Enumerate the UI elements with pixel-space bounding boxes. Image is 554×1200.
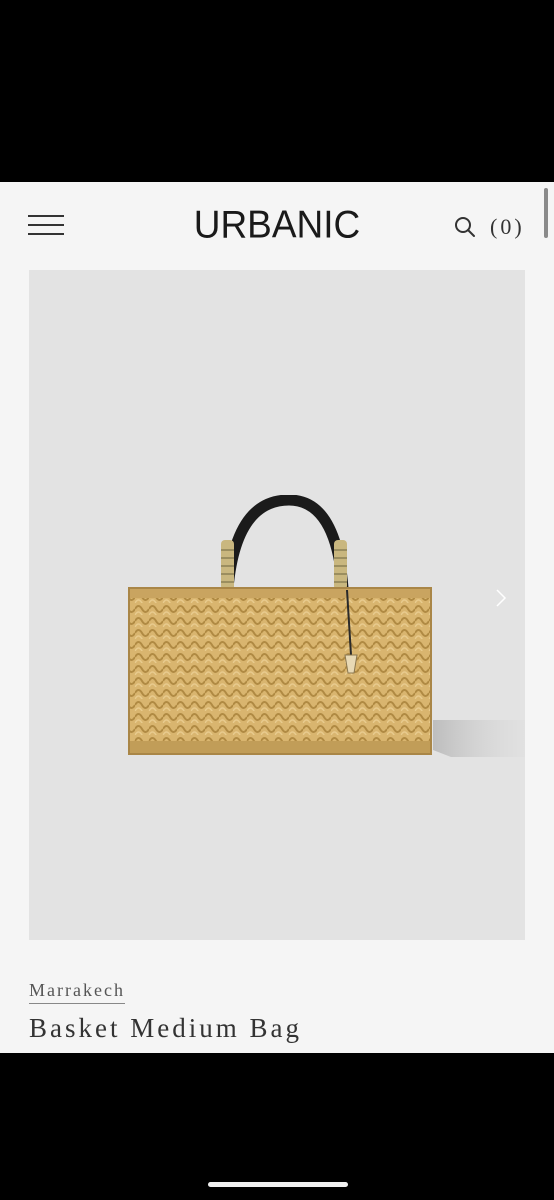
home-indicator[interactable] bbox=[208, 1182, 348, 1187]
cart-button[interactable]: (0) bbox=[490, 211, 525, 243]
product-title: Basket Medium Bag bbox=[29, 1013, 302, 1043]
status-bar-area bbox=[0, 0, 554, 182]
product-image-gallery[interactable] bbox=[29, 270, 525, 940]
site-header: URBANIC (0) bbox=[0, 182, 554, 270]
chevron-right-icon[interactable] bbox=[491, 584, 511, 612]
designer-link[interactable]: Marrakech bbox=[29, 978, 125, 1004]
product-page: URBANIC (0) Marrakech Basket Medium Bag bbox=[0, 182, 554, 1053]
product-image bbox=[128, 495, 525, 757]
bottom-bar-area bbox=[0, 1053, 554, 1200]
search-icon[interactable] bbox=[453, 215, 477, 239]
